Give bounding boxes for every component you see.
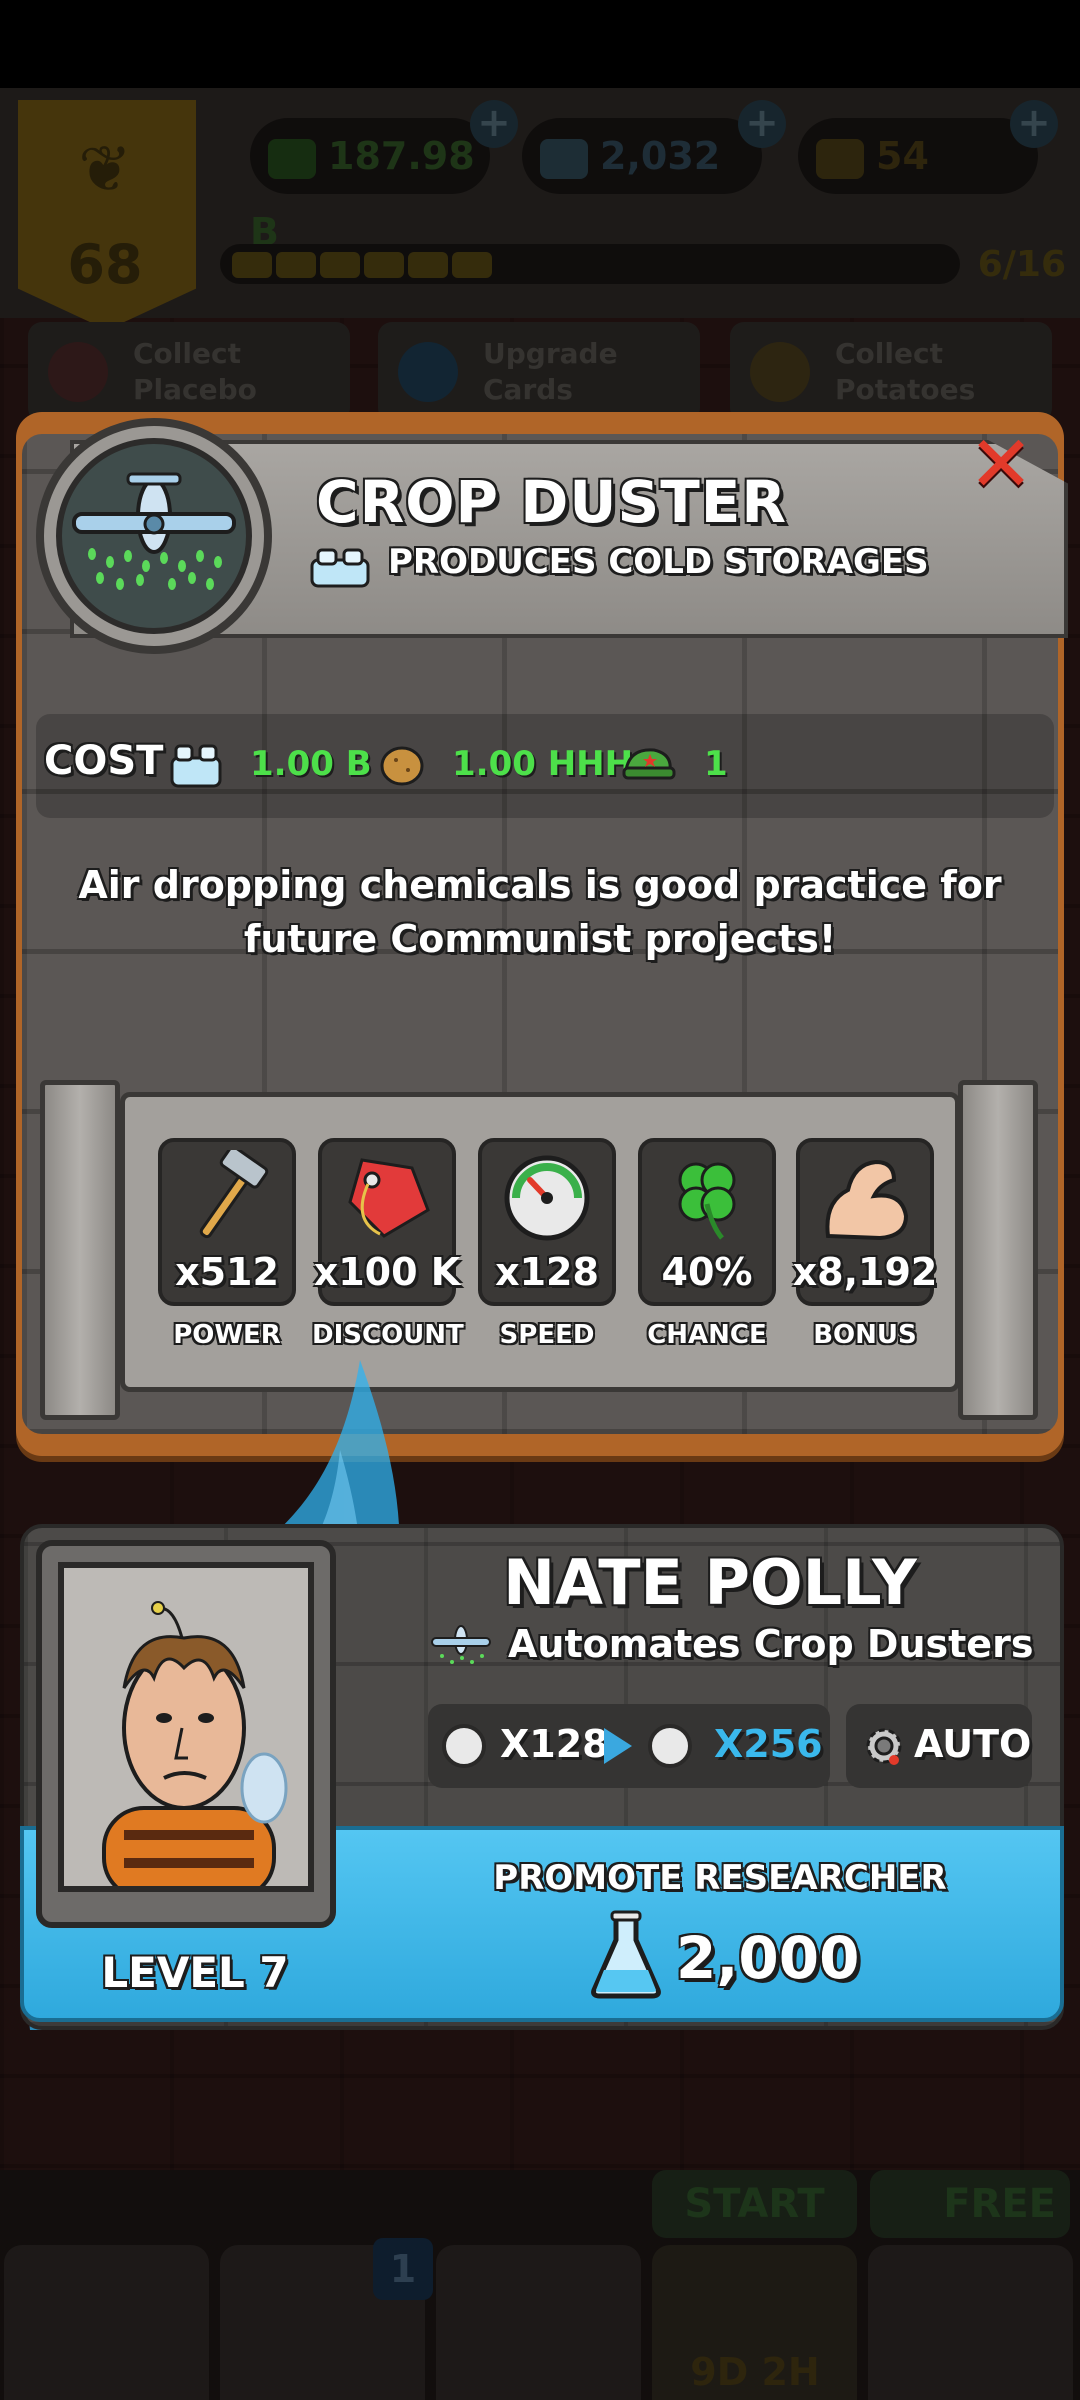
cold-storage-icon [310,548,370,588]
building-title: CROP DUSTER [316,468,788,536]
researcher-portrait [58,1562,314,1892]
stat-chance-value: 40% [661,1250,753,1294]
promote-cost: 2,000 [676,1924,860,1992]
stat-bonus-label: BONUS [813,1320,917,1350]
speedometer-icon [442,1724,486,1768]
cost-potato-value: 1.00 HHH [452,744,634,784]
speedometer-icon [504,1155,590,1241]
hammer-icon [199,1150,269,1239]
cost-label: COST [44,738,164,784]
researcher-name: NATE POLLY [503,1546,917,1619]
researcher-face-icon [102,1601,288,1886]
cold-storage-icon [170,744,222,788]
crop-duster-avatar [56,438,252,634]
price-tag-icon [348,1158,430,1238]
crop-duster-small-icon [431,1625,491,1664]
stat-bonus-value: x8,192 [792,1250,938,1294]
current-multiplier: X128 [500,1722,609,1766]
potato-icon [380,746,424,786]
clover-icon [678,1162,736,1240]
researcher-level: LEVEL 7 [101,1948,289,1997]
flask-icon [591,1910,661,1999]
cost-cap-value: 1 [704,744,728,784]
stat-speed-label: SPEED [499,1320,595,1350]
researcher-automates-text: Automates Crop Dusters [508,1622,1034,1666]
cap-icon [622,748,676,780]
auto-label: AUTO [914,1722,1032,1766]
building-description: Air dropping chemicals is good practice … [78,863,1002,961]
speedometer-icon [648,1724,692,1768]
bicep-icon [825,1159,909,1241]
produces-label: PRODUCES COLD STORAGES [388,542,929,582]
stat-chance-label: CHANCE [647,1320,767,1350]
arrow-right-icon [604,1728,632,1764]
next-multiplier: X256 [714,1722,823,1766]
crop-duster-plane-icon [72,472,236,590]
gear-icon [866,1728,902,1765]
right-pillar [958,1080,1038,1420]
promote-researcher-label: PROMOTE RESEARCHER [493,1858,947,1898]
close-button[interactable]: ✕ [966,426,1036,504]
cost-cold-storage-value: 1.00 B [250,744,372,784]
stat-speed-value: x128 [495,1250,599,1294]
